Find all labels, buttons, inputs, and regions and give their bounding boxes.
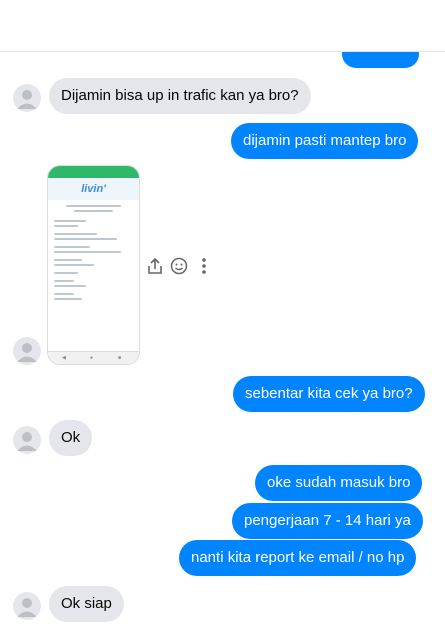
contact-avatar[interactable]	[13, 6, 51, 44]
message-bubble-outgoing[interactable]: pengerjaan 7 - 14 hari ya	[232, 503, 423, 539]
message-bubble-outgoing[interactable]: nanti kita report ke email / no hp	[179, 540, 417, 576]
message-bubble-incoming[interactable]: Ok	[49, 420, 93, 456]
sender-avatar[interactable]	[13, 426, 41, 454]
sender-avatar[interactable]	[13, 592, 41, 620]
image-message[interactable]: livin' ◀ ● ■	[48, 166, 139, 364]
message-bubble-outgoing[interactable]: sebentar kita cek ya bro?	[233, 376, 425, 412]
photo-receipt-body	[48, 200, 139, 305]
default-avatar-icon	[18, 14, 46, 40]
contact-name[interactable]: k	[58, 16, 201, 35]
previous-message-bubble[interactable]	[342, 40, 419, 68]
phone-call-button[interactable]	[330, 14, 354, 38]
message-bubble-outgoing[interactable]: dijamin pasti mantep bro	[231, 123, 419, 159]
photo-app-logo: livin'	[48, 178, 139, 200]
share-icon	[148, 257, 162, 274]
default-avatar-icon	[17, 343, 37, 362]
message-bubble-incoming[interactable]: Dijamin bisa up in trafic kan ya bro?	[49, 78, 311, 114]
video-camera-icon	[371, 18, 395, 32]
share-button[interactable]	[145, 256, 165, 276]
video-call-button[interactable]	[370, 14, 395, 38]
default-avatar-icon	[17, 598, 37, 617]
contact-name-text: k	[191, 16, 201, 35]
more-vertical-icon	[202, 258, 206, 274]
message-bubble-incoming[interactable]: Ok siap	[49, 586, 124, 622]
more-options-icon	[417, 22, 437, 28]
photo-status-bar	[48, 166, 139, 178]
phone-icon	[332, 16, 350, 34]
message-bubble-outgoing[interactable]: oke sudah masuk bro	[255, 465, 423, 501]
photo-nav-bar: ◀ ● ■	[48, 351, 139, 364]
default-avatar-icon	[17, 90, 37, 109]
sender-avatar[interactable]	[13, 84, 41, 112]
react-button[interactable]	[169, 256, 189, 276]
more-options-button[interactable]	[416, 14, 440, 38]
sender-avatar[interactable]	[13, 337, 41, 365]
emoji-react-icon	[170, 257, 188, 275]
default-avatar-icon	[17, 432, 37, 451]
message-more-button[interactable]	[194, 256, 214, 276]
